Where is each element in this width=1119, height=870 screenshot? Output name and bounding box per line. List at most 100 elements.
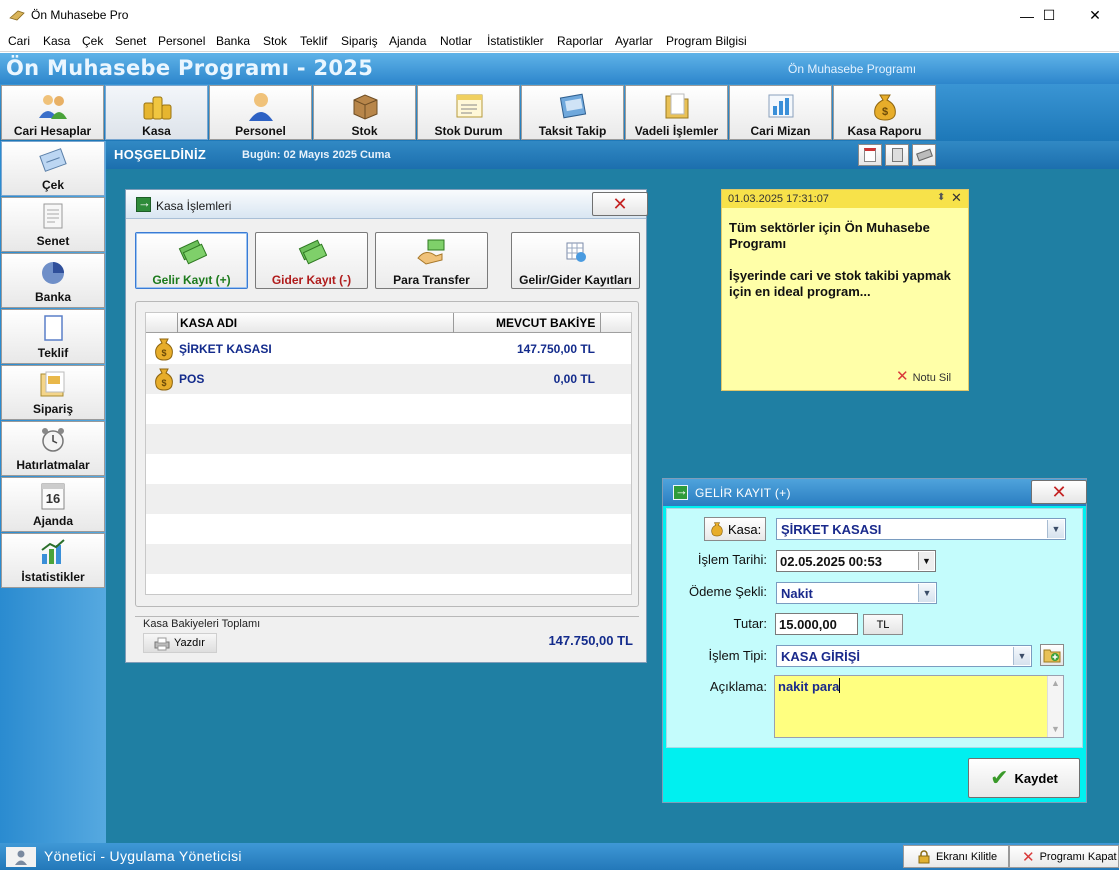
currency-button[interactable]: TL	[863, 614, 903, 635]
gelir-window-title: GELİR KAYIT (+)	[695, 486, 791, 500]
ekrani-kilitle-button[interactable]: Ekranı Kilitle	[903, 845, 1009, 868]
gelir-kayit-button[interactable]: Gelir Kayıt (+)	[135, 232, 248, 289]
sidebar-item-cek[interactable]: Çek	[1, 141, 105, 196]
kasa-window-titlebar: Kasa İşlemleri ✕	[126, 190, 648, 219]
menu-banka[interactable]: Banka	[216, 34, 250, 48]
menu-ayarlar[interactable]: Ayarlar	[615, 34, 653, 48]
table-row[interactable]: $ ŞİRKET KASASI 147.750,00 TL	[146, 334, 631, 364]
sidebar-item-banka[interactable]: Banka	[1, 253, 105, 308]
lock-icon	[918, 849, 930, 863]
aciklama-textarea[interactable]: nakit para ▲ ▼	[774, 675, 1064, 738]
menu-ajanda[interactable]: Ajanda	[389, 34, 426, 48]
menu-raporlar[interactable]: Raporlar	[557, 34, 603, 48]
kasa-dropdown[interactable]: ŞİRKET KASASI ▼	[776, 518, 1066, 540]
chart-icon	[765, 91, 797, 121]
note-resize-icon[interactable]: ⬍	[937, 192, 945, 203]
toolbar-cari-hesaplar[interactable]: Cari Hesaplar	[1, 85, 104, 140]
money-bag-icon	[711, 522, 723, 537]
gelir-gider-kayitlari-button[interactable]: Gelir/Gider Kayıtları	[511, 232, 640, 289]
kasa-select-button[interactable]: Kasa:	[704, 517, 766, 541]
clock-icon	[38, 425, 68, 455]
empty-row	[146, 484, 631, 514]
today-date: Bugün: 02 Mayıs 2025 Cuma	[242, 149, 391, 161]
note-delete-button[interactable]: ✕ Notu Sil	[896, 367, 951, 385]
row-kasa-name: POS	[179, 372, 205, 386]
menu-personel[interactable]: Personel	[158, 34, 205, 48]
eraser-icon	[915, 148, 933, 162]
order-icon	[38, 369, 68, 399]
toolbar-cari-mizan[interactable]: Cari Mizan	[729, 85, 832, 140]
tarih-label: İşlem Tarihi:	[697, 552, 767, 567]
banner-subtitle: Ön Muhasebe Programı	[788, 62, 917, 76]
svg-text:$: $	[881, 106, 887, 118]
note-timestamp: 01.03.2025 17:31:07	[728, 193, 829, 205]
toolbar-stok-durum[interactable]: Stok Durum	[417, 85, 520, 140]
sidebar-item-senet[interactable]: Senet	[1, 197, 105, 252]
empty-row	[146, 454, 631, 484]
eraser-button[interactable]	[912, 144, 936, 166]
menu-cari[interactable]: Cari	[8, 34, 30, 48]
tarih-picker[interactable]: 02.05.2025 00:53 ▼	[776, 550, 936, 572]
kasa-window-close-button[interactable]: ✕	[592, 192, 648, 216]
menu-notlar[interactable]: Notlar	[440, 34, 472, 48]
close-icon: ✕	[1089, 7, 1101, 23]
toolbar-stok[interactable]: Stok	[313, 85, 416, 140]
report-icon	[453, 91, 485, 121]
menu-bar: Cari Kasa Çek Senet Personel Banka Stok …	[0, 31, 1119, 52]
sidebar-item-teklif[interactable]: Teklif	[1, 309, 105, 364]
trash-icon	[891, 148, 903, 162]
odeme-label: Ödeme Şekli:	[688, 584, 767, 599]
programi-kapat-button[interactable]: ✕ Programı Kapat	[1009, 845, 1119, 868]
add-islem-tipi-button[interactable]	[1040, 644, 1064, 666]
menu-teklif[interactable]: Teklif	[300, 34, 327, 48]
chevron-down-icon: ▼	[1047, 520, 1064, 538]
gelir-window-close-button[interactable]: ✕	[1031, 480, 1087, 504]
toolbar-kasa[interactable]: Kasa	[105, 85, 208, 140]
sidebar-item-ajanda[interactable]: 16 Ajanda	[1, 477, 105, 532]
islem-tipi-dropdown[interactable]: KASA GİRİŞİ ▼	[776, 645, 1032, 667]
banner-title: Ön Muhasebe Programı - 2025	[6, 56, 374, 80]
column-mevcut-bakiye[interactable]: MEVCUT BAKİYE	[496, 316, 595, 330]
column-kasa-adi[interactable]: KASA ADI	[180, 316, 237, 330]
grid-refresh-icon	[560, 237, 592, 267]
welcome-text: HOŞGELDİNİZ	[114, 147, 207, 162]
tutar-input[interactable]: 15.000,00	[775, 613, 858, 635]
svg-text:16: 16	[46, 491, 60, 506]
para-transfer-button[interactable]: Para Transfer	[375, 232, 488, 289]
note-close-icon[interactable]: ✕	[951, 190, 962, 206]
menu-kasa[interactable]: Kasa	[43, 34, 70, 48]
kasa-grid-frame: KASA ADI MEVCUT BAKİYE $ ŞİRKET KASASI 1…	[135, 301, 639, 607]
sidebar-item-istatistikler[interactable]: İstatistikler	[1, 533, 105, 588]
menu-siparis[interactable]: Sipariş	[341, 34, 378, 48]
note-add-button[interactable]	[858, 144, 882, 166]
menu-senet[interactable]: Senet	[115, 34, 146, 48]
menu-cek[interactable]: Çek	[82, 34, 103, 48]
sidebar-item-hatirlatmalar[interactable]: Hatırlatmalar	[1, 421, 105, 476]
toolbar-kasa-raporu[interactable]: $ Kasa Raporu	[833, 85, 936, 140]
menu-istatistikler[interactable]: İstatistikler	[487, 34, 544, 48]
maximize-button[interactable]: ☐	[1026, 0, 1072, 31]
memo-scrollbar[interactable]: ▲ ▼	[1047, 676, 1063, 737]
app-icon	[9, 10, 25, 21]
table-row[interactable]: $ POS 0,00 TL	[146, 364, 631, 394]
odeme-dropdown[interactable]: Nakit ▼	[776, 582, 937, 604]
kasa-islemleri-window: Kasa İşlemleri ✕ Gelir Kayıt (+) Gider K…	[125, 189, 648, 663]
menu-stok[interactable]: Stok	[263, 34, 287, 48]
print-button[interactable]: Yazdır	[143, 633, 217, 653]
aciklama-label: Açıklama:	[709, 679, 767, 694]
gider-kayit-button[interactable]: Gider Kayıt (-)	[255, 232, 368, 289]
close-button[interactable]: ✕	[1072, 0, 1118, 31]
sidebar-item-siparis[interactable]: Sipariş	[1, 365, 105, 420]
user-icon	[6, 847, 36, 867]
menu-program-bilgisi[interactable]: Program Bilgisi	[666, 34, 747, 48]
empty-row	[146, 424, 631, 454]
document-icon	[38, 201, 68, 231]
table-header: KASA ADI MEVCUT BAKİYE	[146, 313, 631, 333]
kaydet-button[interactable]: ✔ Kaydet	[968, 758, 1080, 798]
toolbar-personel[interactable]: Personel	[209, 85, 312, 140]
welcome-bar: HOŞGELDİNİZ Bugün: 02 Mayıs 2025 Cuma	[106, 141, 1119, 169]
window-title: Ön Muhasebe Pro	[31, 8, 129, 22]
toolbar-taksit-takip[interactable]: Taksit Takip	[521, 85, 624, 140]
toolbar-vadeli-islemler[interactable]: Vadeli İşlemler	[625, 85, 728, 140]
trash-button[interactable]	[885, 144, 909, 166]
